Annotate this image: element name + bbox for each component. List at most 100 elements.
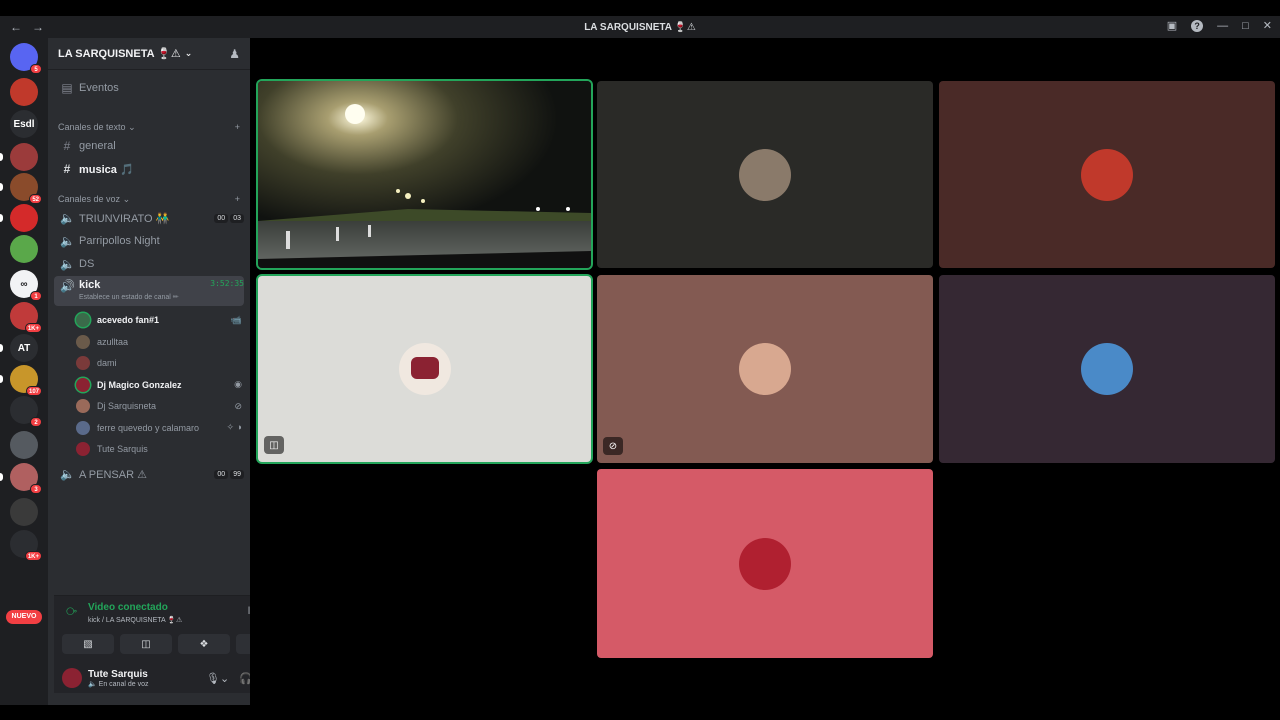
voice-user-name: Tute Sarquis xyxy=(97,444,148,454)
camera-off-button[interactable]: ▧ xyxy=(62,634,114,654)
server-header[interactable]: LA SARQUISNETA 🍷⚠ ⌄ ♟ xyxy=(48,38,250,70)
voice-channel-triunvirato[interactable]: 🔈 TRIUNVIRATO 👬 00 03 xyxy=(54,208,244,228)
camera-off-icon: ▧ xyxy=(83,638,93,650)
create-channel-icon[interactable]: + xyxy=(235,122,240,133)
server-name: LA SARQUISNETA 🍷⚠ xyxy=(58,48,181,60)
voice-channel-ds[interactable]: 🔈 DS xyxy=(54,254,244,274)
create-channel-icon[interactable]: + xyxy=(235,194,240,205)
mention-badge: 1K+ xyxy=(24,551,42,561)
voice-state-icon: ◉ xyxy=(234,379,242,389)
user-limit: 99 xyxy=(230,469,244,479)
microphone-icon[interactable]: 🎙⌄ xyxy=(206,672,229,685)
mention-badge: 1 xyxy=(30,291,42,301)
avatar xyxy=(76,399,90,413)
video-feed xyxy=(258,81,591,268)
channel-musica[interactable]: # musica 🎵 xyxy=(54,159,244,179)
discord-home[interactable]: 5 xyxy=(10,43,42,74)
participant-tile[interactable]: ◫ xyxy=(258,276,591,462)
channel-label: Parripollos Night xyxy=(79,235,160,247)
channel-label: TRIUNVIRATO 👬 xyxy=(79,212,170,225)
guild-3[interactable] xyxy=(0,143,38,171)
channel-label: DS xyxy=(79,258,95,270)
video-tile-camera[interactable] xyxy=(258,81,591,268)
channel-general[interactable]: # general xyxy=(54,136,244,156)
voice-user-item[interactable]: dami xyxy=(76,353,242,373)
invite-people-icon[interactable]: ♟ xyxy=(229,47,240,61)
participant-tile[interactable] xyxy=(939,81,1275,268)
mention-badge: 52 xyxy=(29,194,42,204)
speaker-icon: 🔊 xyxy=(60,279,75,293)
voice-channels-category[interactable]: Canales de voz ⌄ + xyxy=(58,194,240,205)
speaker-icon: 🔈 xyxy=(60,257,75,271)
voice-status: Video conectado xyxy=(88,602,168,613)
mention-badge: 5 xyxy=(30,64,42,74)
text-category-label: Canales de texto xyxy=(58,122,126,132)
unread-pill xyxy=(0,375,3,383)
voice-user-item[interactable]: ferre quevedo y calamaro ✧ ◑ xyxy=(76,418,242,438)
guild-15[interactable]: 1K+ xyxy=(10,530,42,561)
guild-13[interactable]: 3 xyxy=(0,463,42,494)
guild-1[interactable] xyxy=(10,78,38,106)
guild-14[interactable] xyxy=(10,498,38,526)
participant-tile[interactable] xyxy=(597,469,933,658)
channel-status-prompt[interactable]: Establece un estado de canal ✏ xyxy=(79,293,179,301)
close-icon[interactable]: ✕ xyxy=(1263,19,1272,32)
speaker-icon: 🔈 xyxy=(60,211,75,225)
unread-pill xyxy=(0,183,3,191)
guild-at[interactable]: AT xyxy=(0,334,38,362)
muted-icon: ⊘ xyxy=(603,437,623,455)
voice-location[interactable]: kick / LA SARQUISNETA 🍷⚠ xyxy=(88,616,182,624)
mention-badge: 1K+ xyxy=(24,323,42,333)
voice-user-item[interactable]: Dj Magico Gonzalez ◉ xyxy=(76,375,242,395)
avatar xyxy=(76,420,90,435)
activities-button[interactable]: ❖ xyxy=(178,634,230,654)
screen-share-button[interactable]: ◫ xyxy=(120,634,172,654)
hashtag-icon: # xyxy=(63,162,71,176)
new-badge[interactable]: NUEVO xyxy=(6,610,42,624)
signal-icon[interactable]: ⧂ xyxy=(66,606,77,619)
voice-channel-kick[interactable]: 🔊 kick Establece un estado de canal ✏ 3:… xyxy=(54,276,244,306)
voice-user-item[interactable]: acevedo fan#1 📹 xyxy=(76,310,242,330)
minimize-icon[interactable]: — xyxy=(1217,20,1228,32)
voice-channel-a-pensar[interactable]: 🔈 A PENSAR ⚠ 00 99 xyxy=(54,464,244,484)
voice-user-name: ferre quevedo y calamaro xyxy=(97,422,200,433)
maximize-icon[interactable]: □ xyxy=(1242,20,1249,32)
avatar xyxy=(739,537,791,590)
guild-11[interactable]: 2 xyxy=(10,396,42,427)
help-icon[interactable]: ? xyxy=(1191,19,1204,32)
voice-channel-parripollos[interactable]: 🔈 Parripollos Night xyxy=(54,231,244,251)
avatar[interactable] xyxy=(62,668,82,688)
guild-8[interactable]: 1K+ xyxy=(10,302,42,333)
avatar xyxy=(1081,343,1133,395)
events-label: Eventos xyxy=(79,82,119,94)
guild-6[interactable] xyxy=(10,235,38,263)
chevron-down-icon: ⌄ xyxy=(128,122,136,132)
voice-user-item[interactable]: Dj Sarquisneta ⊘ xyxy=(76,396,242,416)
voice-state-icon: 📹 xyxy=(230,314,242,325)
avatar xyxy=(398,343,451,395)
participant-tile[interactable] xyxy=(597,81,933,268)
guild-label: ∞ xyxy=(20,278,28,290)
voice-category-label: Canales de voz xyxy=(58,194,121,204)
inbox-icon[interactable]: ▣ xyxy=(1167,19,1177,32)
voice-user-name: dami xyxy=(97,358,117,368)
mention-badge: 2 xyxy=(30,417,42,427)
text-channels-category[interactable]: Canales de texto ⌄ + xyxy=(58,122,240,133)
voice-user-name: Dj Magico Gonzalez xyxy=(97,379,182,390)
participant-tile[interactable]: ⊘ xyxy=(597,275,933,463)
guild-esdl[interactable]: Esdl xyxy=(10,110,38,138)
guild-7[interactable]: ∞ 1 xyxy=(10,270,42,301)
guild-12[interactable] xyxy=(10,431,38,459)
guild-4[interactable]: 52 xyxy=(0,173,42,204)
voice-user-item[interactable]: azulltaa xyxy=(76,332,242,352)
voice-user-item[interactable]: Tute Sarquis xyxy=(76,439,242,459)
unread-pill xyxy=(0,214,3,222)
guild-label: Esdl xyxy=(13,118,35,130)
user-status: 🔈 En canal de voz xyxy=(88,680,149,688)
guild-10[interactable]: 107 xyxy=(0,365,42,396)
chevron-down-icon: ⌄ xyxy=(184,48,193,58)
events-item[interactable]: ▤ Eventos xyxy=(54,78,244,98)
guild-5[interactable] xyxy=(0,204,38,232)
user-limit: 03 xyxy=(230,213,244,223)
participant-tile[interactable] xyxy=(939,275,1275,463)
